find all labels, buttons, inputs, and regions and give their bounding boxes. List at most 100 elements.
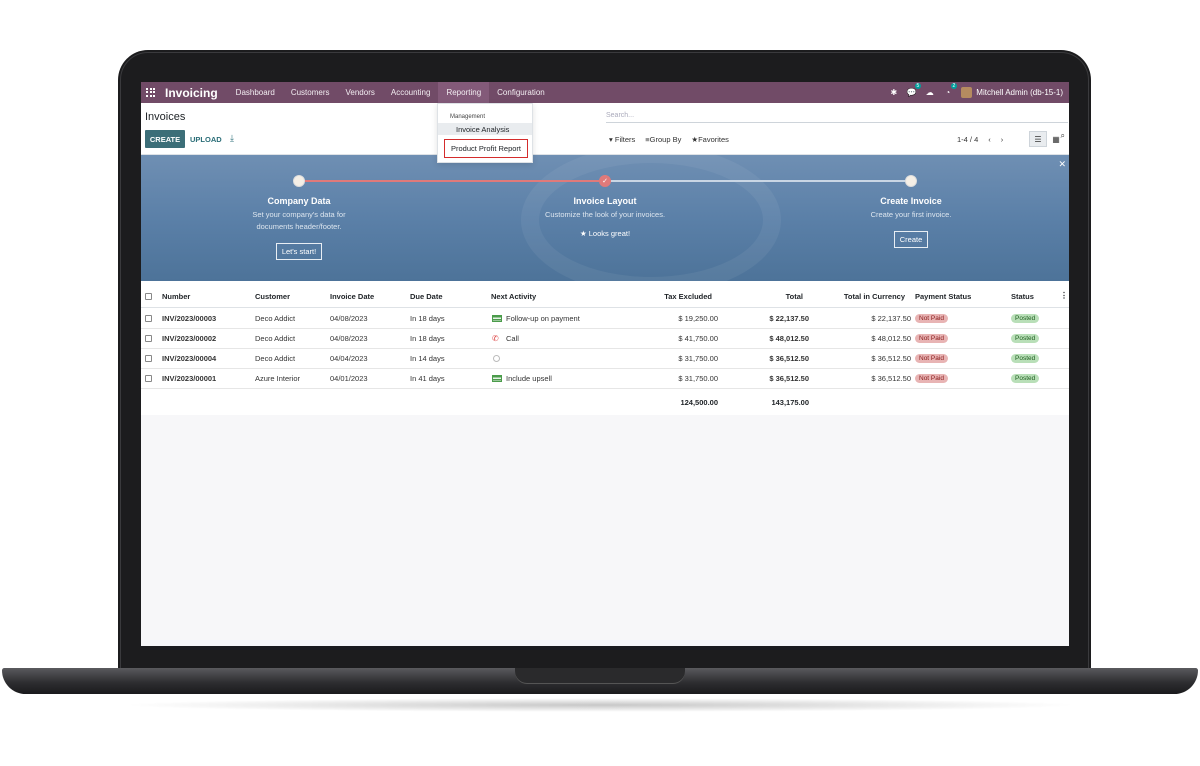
progress-line-pending xyxy=(605,180,911,182)
menu-reporting[interactable]: Reporting xyxy=(438,82,490,103)
pager: 1-4 / 4 ‹ › xyxy=(957,135,1003,144)
chevron-left-icon[interactable]: ‹ xyxy=(988,135,991,144)
col-invoice-date[interactable]: Invoice Date xyxy=(330,286,374,307)
phone-icon: ✆ xyxy=(492,334,499,343)
col-next-activity[interactable]: Next Activity xyxy=(491,286,536,307)
total-in-currency: $ 36,512.50 xyxy=(871,374,911,383)
create-button[interactable]: CREATE xyxy=(145,130,185,148)
col-due-date[interactable]: Due Date xyxy=(410,286,443,307)
column-options-icon[interactable]: ⋮ xyxy=(1060,291,1068,300)
col-customer[interactable]: Customer xyxy=(255,286,290,307)
total-in-currency: $ 22,137.50 xyxy=(871,314,911,323)
table-header: Number Customer Invoice Date Due Date Ne… xyxy=(141,286,1069,308)
apps-grid-icon[interactable] xyxy=(146,87,156,98)
table-row[interactable]: INV/2023/00003 Deco Addict 04/08/2023 In… xyxy=(141,309,1069,329)
filter-icon: ▾ xyxy=(609,135,613,144)
close-icon[interactable]: ✕ xyxy=(1058,159,1066,170)
groupby-button[interactable]: ≡Group By xyxy=(645,135,681,144)
col-status[interactable]: Status xyxy=(1011,286,1034,307)
status-badge: Posted xyxy=(1011,369,1040,388)
step-desc: Create your first invoice. xyxy=(870,210,952,219)
menu-customers[interactable]: Customers xyxy=(283,82,338,103)
user-name: Mitchell Admin (db-15-1) xyxy=(976,88,1063,97)
customer: Deco Addict xyxy=(255,334,296,343)
menu-vendors[interactable]: Vendors xyxy=(338,82,383,103)
create-invoice-button[interactable]: Create xyxy=(893,231,929,248)
invoice-number: INV/2023/00001 xyxy=(162,374,217,383)
upload-button[interactable]: UPLOAD xyxy=(190,130,222,148)
row-checkbox[interactable] xyxy=(145,349,152,368)
messages-badge: 5 xyxy=(914,83,922,89)
row-checkbox[interactable] xyxy=(145,329,152,348)
total: $ 36,512.50 xyxy=(769,354,809,363)
next-activity[interactable] xyxy=(493,349,504,368)
chat-icon[interactable]: 💬 5 xyxy=(907,83,922,97)
next-activity[interactable]: Include upsell xyxy=(492,369,552,388)
laptop-notch xyxy=(515,668,685,684)
progress-line-done xyxy=(299,180,605,182)
tax-excluded: $ 31,750.00 xyxy=(678,354,718,363)
payment-status-badge: Not Paid xyxy=(915,369,948,388)
total-in-currency: $ 36,512.50 xyxy=(871,354,911,363)
activity-clock-icon[interactable]: ◔ 2 xyxy=(943,83,958,97)
row-checkbox[interactable] xyxy=(145,309,152,328)
pager-value[interactable]: 1-4 / 4 xyxy=(957,135,978,144)
download-icon[interactable]: ⤓ xyxy=(230,133,234,144)
bug-icon[interactable]: ✱ xyxy=(889,88,898,97)
clock-icon xyxy=(493,355,500,362)
next-activity[interactable]: ✆ Call xyxy=(492,329,519,348)
invoice-number: INV/2023/00004 xyxy=(162,354,217,363)
row-checkbox[interactable] xyxy=(145,369,152,388)
search-options: ▾ Filters ≡Group By ★Favorites xyxy=(609,135,729,144)
menu-dashboard[interactable]: Dashboard xyxy=(228,82,283,103)
filters-button[interactable]: ▾ Filters xyxy=(609,135,635,144)
tax-excluded: $ 41,750.00 xyxy=(678,334,718,343)
kanban-view-icon[interactable]: ▦ xyxy=(1047,131,1065,147)
cloud-icon[interactable]: ☁ xyxy=(925,88,934,97)
total-in-currency: $ 48,012.50 xyxy=(871,334,911,343)
invoice-date: 04/08/2023 xyxy=(330,314,368,323)
col-total-currency[interactable]: Total in Currency xyxy=(831,286,905,307)
table-row[interactable]: INV/2023/00004 Deco Addict 04/04/2023 In… xyxy=(141,349,1069,369)
lets-start-button[interactable]: Let's start! xyxy=(275,243,323,260)
table-row[interactable]: INV/2023/00002 Deco Addict 04/08/2023 In… xyxy=(141,329,1069,349)
top-navbar: Invoicing Dashboard Customers Vendors Ac… xyxy=(141,82,1069,103)
col-number[interactable]: Number xyxy=(162,286,190,307)
menu-item-invoice-analysis[interactable]: Invoice Analysis xyxy=(438,123,532,135)
invoice-number: INV/2023/00002 xyxy=(162,334,217,343)
step-company-data: Company Data Set your company's data for… xyxy=(199,196,399,260)
col-total[interactable]: Total xyxy=(751,286,803,307)
status-badge: Not Paid xyxy=(915,354,948,363)
status-badge: Not Paid xyxy=(915,374,948,383)
search-input[interactable]: Search... xyxy=(606,109,1068,123)
list-view-icon[interactable]: ☰ xyxy=(1029,131,1047,147)
step-title: Invoice Layout xyxy=(573,196,637,206)
menu-accounting[interactable]: Accounting xyxy=(383,82,439,103)
status-badge: Posted xyxy=(1011,349,1040,368)
activities-badge: 2 xyxy=(950,83,958,89)
tax-excluded-total: 124,500.00 xyxy=(680,397,718,407)
tax-excluded: $ 19,250.00 xyxy=(678,314,718,323)
table-row[interactable]: INV/2023/00001 Azure Interior 04/01/2023… xyxy=(141,369,1069,389)
menu-item-product-profit-report[interactable]: Product Profit Report xyxy=(444,139,528,158)
laptop-shadow xyxy=(120,698,1080,712)
col-payment-status[interactable]: Payment Status xyxy=(915,286,971,307)
avatar xyxy=(961,87,973,98)
payment-status-badge: Not Paid xyxy=(915,349,948,368)
favorites-button[interactable]: ★Favorites xyxy=(691,135,729,144)
chevron-right-icon[interactable]: › xyxy=(1001,135,1004,144)
user-menu[interactable]: Mitchell Admin (db-15-1) xyxy=(961,87,1063,98)
totals-row: 124,500.00 143,175.00 xyxy=(141,392,1069,412)
next-activity[interactable]: Follow-up on payment xyxy=(492,309,580,328)
status-badge: Posted xyxy=(1011,314,1040,323)
control-panel: Invoices CREATE UPLOAD ⤓ Search... ⌕ ▾ F… xyxy=(141,103,1069,155)
status-badge: Not Paid xyxy=(915,314,948,323)
onboarding-banner: ✕ ✓ Company Data Set your company's data… xyxy=(141,155,1069,281)
due-date: In 18 days xyxy=(410,334,445,343)
select-all-checkbox[interactable] xyxy=(145,286,152,307)
app-brand[interactable]: Invoicing xyxy=(165,86,218,100)
status-badge: Posted xyxy=(1011,354,1040,363)
col-tax-excluded[interactable]: Tax Excluded xyxy=(651,286,712,307)
menu-configuration[interactable]: Configuration xyxy=(489,82,553,103)
status-badge: Not Paid xyxy=(915,334,948,343)
